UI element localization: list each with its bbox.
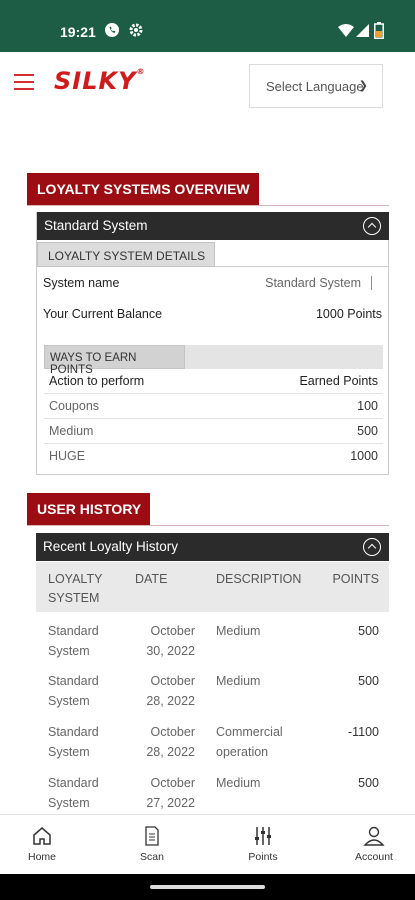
nav-points[interactable]: Points — [228, 825, 298, 863]
table-row: Standard System October 28, 2022 Medium 50… — [36, 665, 389, 715]
gesture-bar — [0, 874, 415, 900]
account-person-icon — [363, 826, 385, 846]
system-accordion-header[interactable]: Standard System — [37, 212, 389, 240]
nav-account-label: Account — [355, 851, 393, 863]
history-system: Standard System — [48, 674, 99, 708]
earn-points: 100 — [357, 399, 378, 413]
earn-points: 500 — [357, 424, 378, 438]
column-header-points: POINTS — [332, 572, 379, 586]
history-points: 500 — [358, 674, 379, 688]
history-date: October 28, 2022 — [146, 725, 195, 759]
wifi-icon — [338, 24, 354, 37]
history-date: October 30, 2022 — [146, 624, 195, 658]
collapse-chevron-up-icon[interactable] — [363, 538, 381, 556]
table-row: Standard System October 27, 2022 Medium 50… — [36, 767, 389, 817]
language-select-label: Select Language — [266, 79, 364, 94]
column-header-system: LOYALTY SYSTEM — [48, 572, 103, 605]
system-name-value: Standard System — [265, 276, 372, 290]
system-name-label: System name — [43, 276, 120, 290]
table-header-row: Action to perform Earned Points — [44, 369, 383, 394]
status-time: 19:21 — [60, 24, 96, 40]
history-accordion-header[interactable]: Recent Loyalty History — [36, 533, 389, 561]
history-panel: Recent Loyalty History LOYALTY SYSTEM DAT… — [36, 533, 389, 813]
history-description: Medium — [216, 624, 261, 638]
history-system: Standard System — [48, 725, 99, 759]
history-accordion-title: Recent Loyalty History — [43, 539, 179, 554]
divider — [215, 266, 389, 267]
nav-home-label: Home — [27, 851, 56, 863]
details-tab[interactable]: LOYALTY SYSTEM DETAILS — [37, 242, 215, 267]
table-row: Coupons 100 — [44, 394, 383, 419]
hamburger-menu-icon[interactable] — [14, 74, 34, 90]
section-title-overview: LOYALTY SYSTEMS OVERVIEW — [27, 173, 259, 205]
language-select[interactable]: Select Language ❯ — [249, 64, 383, 108]
earn-action: Medium — [49, 424, 94, 438]
history-system: Standard System — [48, 776, 99, 810]
nav-scan-label: Scan — [140, 851, 164, 863]
table-row: Medium 500 — [44, 419, 383, 444]
balance-value: 1000 Points — [315, 307, 382, 321]
table-row: Standard System October 30, 2022 Medium 50… — [36, 615, 389, 665]
home-gesture-pill[interactable] — [150, 885, 265, 889]
earn-points-table: Action to perform Earned Points Coupons … — [44, 369, 383, 469]
column-header-description: DESCRIPTION — [216, 572, 302, 586]
battery-icon — [374, 22, 384, 39]
history-date: October 27, 2022 — [146, 776, 195, 810]
history-system: Standard System — [48, 624, 99, 658]
divider — [27, 525, 389, 526]
whatsapp-icon — [105, 23, 119, 37]
home-icon — [33, 827, 51, 845]
earn-action: Coupons — [49, 399, 100, 413]
history-description: Medium — [216, 674, 261, 688]
section-title-history: USER HISTORY — [27, 493, 151, 525]
signal-icon — [356, 24, 369, 37]
history-points: 500 — [358, 624, 379, 638]
history-description: Medium — [216, 776, 261, 790]
column-header-points: Earned Points — [299, 374, 378, 388]
chevron-down-icon: ❯ — [358, 80, 368, 92]
nav-points-label: Points — [248, 851, 278, 863]
balance-label: Your Current Balance — [43, 307, 163, 321]
collapse-chevron-up-icon[interactable] — [363, 217, 381, 235]
silky-logo[interactable]: SILKY® — [54, 67, 145, 95]
status-bar: 19:21 — [0, 0, 415, 52]
earn-points-tab[interactable]: WAYS TO EARN POINTS — [44, 345, 185, 376]
history-points: 500 — [358, 776, 379, 790]
history-date: October 28, 2022 — [146, 674, 195, 708]
table-row: HUGE 1000 — [44, 444, 383, 469]
history-points: -1100 — [347, 725, 379, 739]
sliders-icon — [255, 827, 271, 845]
nav-home[interactable]: Home — [7, 825, 77, 863]
divider — [27, 205, 389, 206]
document-scan-icon — [145, 826, 159, 846]
history-description: Commercial operation — [216, 725, 283, 759]
bottom-navigation: Home Scan Points Account — [0, 814, 415, 874]
nav-scan[interactable]: Scan — [117, 825, 187, 863]
column-header-date: DATE — [135, 572, 168, 586]
settings-gear-icon — [129, 23, 143, 37]
earn-points: 1000 — [350, 449, 378, 463]
nav-account[interactable]: Account — [339, 825, 409, 863]
history-table-header: LOYALTY SYSTEM DATE DESCRIPTION POINTS — [36, 562, 389, 612]
table-row: Standard System October 28, 2022 Commercia… — [36, 716, 389, 766]
column-header-action: Action to perform — [49, 374, 145, 388]
earn-action: HUGE — [49, 449, 86, 463]
system-accordion-title: Standard System — [44, 218, 148, 233]
